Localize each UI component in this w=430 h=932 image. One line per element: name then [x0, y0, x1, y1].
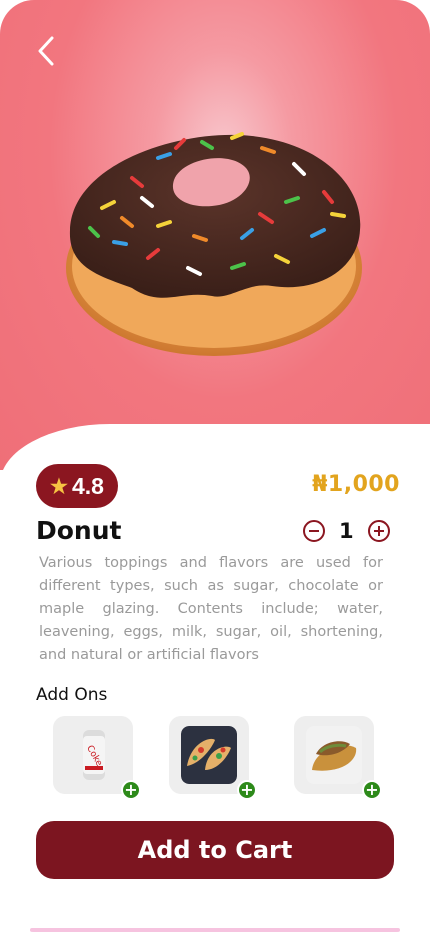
addon-item[interactable]: + [169, 716, 257, 800]
addon-item[interactable]: Coke + [53, 716, 141, 800]
add-addon-button[interactable]: + [362, 780, 382, 800]
donut-image [66, 132, 362, 356]
addon-item[interactable]: + [294, 716, 382, 800]
rating-badge: ★ 4.8 [36, 464, 118, 508]
hero-banner [0, 0, 430, 470]
quantity-stepper: 1 [303, 519, 390, 543]
add-to-cart-button[interactable]: Add to Cart [36, 821, 394, 879]
product-price: ₦1,000 [312, 472, 400, 497]
decrement-button[interactable] [303, 520, 325, 542]
pastry-icon [306, 726, 362, 784]
addons-title: Add Ons [36, 685, 108, 705]
add-addon-button[interactable]: + [121, 780, 141, 800]
quantity-value: 1 [339, 519, 354, 543]
soda-can-icon: Coke [83, 730, 105, 780]
tacos-icon [181, 726, 237, 784]
back-button[interactable] [30, 34, 64, 68]
product-description: Various toppings and flavors are used fo… [39, 555, 383, 663]
add-addon-button[interactable]: + [237, 780, 257, 800]
product-title: Donut [36, 516, 122, 545]
star-icon: ★ [50, 475, 68, 498]
home-indicator [30, 928, 400, 932]
product-detail-screen: ★ 4.8 ₦1,000 Donut 1 Various toppings an… [0, 0, 430, 932]
rating-value: 4.8 [71, 472, 104, 499]
increment-button[interactable] [367, 520, 390, 542]
